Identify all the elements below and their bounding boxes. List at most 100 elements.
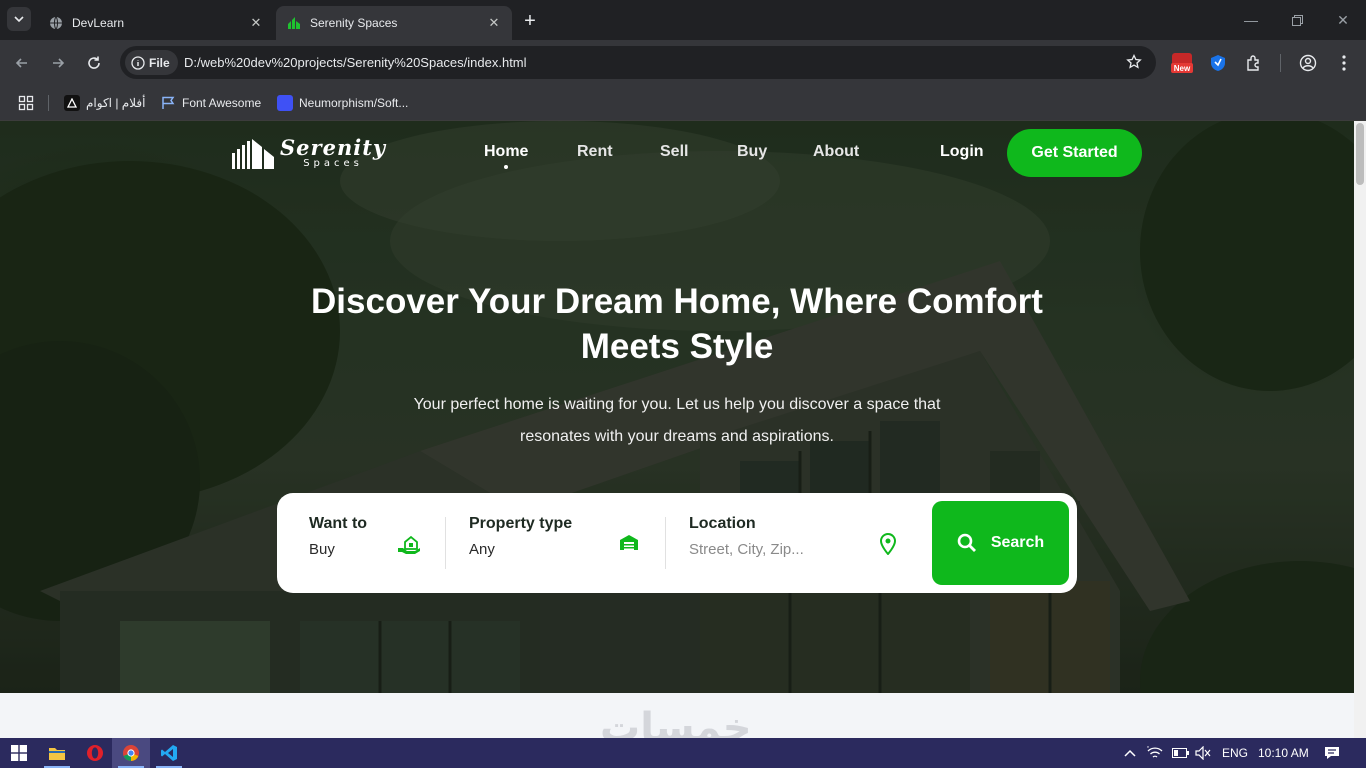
extensions-button[interactable] — [1240, 49, 1268, 77]
notification-icon — [1325, 747, 1339, 759]
tab-title: Serenity Spaces — [310, 16, 398, 30]
apps-grid-icon — [18, 95, 34, 111]
wifi-tray-icon[interactable]: * — [1147, 738, 1163, 768]
battery-tray-icon[interactable] — [1172, 738, 1190, 768]
language-indicator[interactable]: ENG — [1222, 738, 1248, 768]
tab-search-button[interactable] — [7, 7, 31, 31]
vscode-icon — [161, 745, 177, 761]
garage-icon — [620, 535, 638, 550]
chrome-taskbar-button[interactable] — [112, 738, 150, 768]
akwam-icon — [64, 95, 80, 111]
map-pin-icon — [879, 533, 897, 555]
search-icon — [957, 533, 976, 552]
browser-tab-strip: DevLearn ✕ Serenity Spaces ✕ + — ✕ — [0, 0, 1366, 40]
field-divider — [445, 517, 446, 569]
page-scrollbar[interactable] — [1354, 121, 1366, 738]
show-hidden-icons-button[interactable] — [1124, 738, 1136, 768]
search-button-label: Search — [990, 534, 1045, 551]
location-input[interactable] — [689, 541, 859, 558]
folder-icon — [49, 748, 65, 760]
restore-icon — [1291, 14, 1303, 26]
buildings-logo-icon — [232, 139, 274, 169]
get-started-button[interactable]: Get Started — [1007, 129, 1142, 177]
windows-start-button[interactable] — [0, 738, 38, 768]
bookmark-neumorphism[interactable]: Neumorphism/Soft... — [277, 93, 408, 113]
shield-extension-button[interactable] — [1204, 49, 1232, 77]
property-search-box: Want to Buy Property type Any Location S… — [277, 493, 1077, 593]
action-center-button[interactable] — [1324, 738, 1340, 768]
brand-logo[interactable]: Serenity Spaces — [232, 137, 386, 169]
restore-button[interactable] — [1274, 0, 1320, 40]
extension-new-button[interactable]: New — [1168, 49, 1196, 77]
property-type-label: Property type — [469, 515, 573, 532]
hero-title: Discover Your Dream Home, Where Comfort … — [311, 282, 1043, 366]
bookmark-star-icon[interactable] — [1126, 53, 1142, 75]
extension-badge-text: New — [1174, 64, 1191, 73]
new-tab-button[interactable]: + — [518, 9, 542, 33]
want-to-value[interactable]: Buy — [309, 541, 367, 558]
hand-house-icon — [398, 535, 420, 554]
profile-icon — [1299, 54, 1317, 72]
want-to-label: Want to — [309, 515, 368, 532]
site-info-chip[interactable]: File — [125, 50, 178, 75]
svg-text:*: * — [1147, 746, 1149, 752]
reload-icon — [88, 56, 100, 69]
hero-section: Serenity Spaces Home Rent Sell Buy About… — [0, 121, 1354, 693]
nav-rent[interactable]: Rent — [577, 143, 613, 161]
property-type-field[interactable]: Property type Any — [469, 515, 572, 558]
property-type-value[interactable]: Any — [469, 541, 572, 558]
flag-icon — [160, 95, 176, 111]
close-window-button[interactable]: ✕ — [1320, 0, 1366, 40]
neumorphism-icon — [277, 95, 293, 111]
opera-icon — [87, 745, 103, 761]
chevron-down-icon — [14, 16, 24, 23]
tab-devlearn[interactable]: DevLearn ✕ — [38, 6, 274, 40]
web-page: Serenity Spaces Home Rent Sell Buy About… — [0, 121, 1354, 738]
forward-button[interactable] — [44, 49, 72, 77]
nav-sell[interactable]: Sell — [660, 143, 688, 161]
windows-taskbar: * ENG 10:10 AM — [0, 738, 1366, 768]
nav-active-indicator — [504, 165, 508, 169]
bookmarks-bar: أفلام | اكوام Font Awesome Neumorphism/S… — [0, 85, 1366, 121]
file-explorer-taskbar-button[interactable] — [38, 738, 76, 768]
minimize-button[interactable]: — — [1228, 0, 1274, 40]
browser-toolbar: File D:/web%20dev%20projects/Serenity%20… — [0, 40, 1366, 85]
url-text[interactable]: D:/web%20dev%20projects/Serenity%20Space… — [184, 55, 527, 70]
close-tab-icon[interactable]: ✕ — [248, 15, 264, 31]
vscode-taskbar-button[interactable] — [150, 738, 188, 768]
reload-button[interactable] — [80, 49, 108, 77]
login-link[interactable]: Login — [940, 143, 984, 161]
chevron-up-icon — [1124, 749, 1136, 757]
bookmarks-separator — [48, 95, 49, 111]
watermark-logo: خمسات — [600, 705, 752, 738]
bookmark-font-awesome[interactable]: Font Awesome — [160, 93, 261, 113]
search-button[interactable]: Search — [932, 501, 1069, 585]
want-to-field[interactable]: Want to Buy — [309, 515, 367, 558]
opera-taskbar-button[interactable] — [76, 738, 114, 768]
battery-icon — [1172, 748, 1189, 758]
volume-tray-icon[interactable] — [1195, 738, 1211, 768]
field-divider — [665, 517, 666, 569]
bookmark-akwam[interactable]: أفلام | اكوام — [64, 93, 145, 113]
bookmark-label: أفلام | اكوام — [86, 96, 146, 110]
wifi-icon: * — [1147, 746, 1163, 758]
scrollbar-thumb[interactable] — [1356, 123, 1364, 185]
toolbar-separator — [1280, 54, 1281, 72]
apps-button[interactable] — [18, 93, 34, 113]
tab-serenity-spaces[interactable]: Serenity Spaces ✕ — [276, 6, 512, 40]
clock[interactable]: 10:10 AM — [1258, 738, 1309, 768]
profile-button[interactable] — [1294, 49, 1322, 77]
windows-logo-icon — [11, 745, 27, 761]
location-field[interactable]: Location — [689, 515, 859, 559]
browser-menu-button[interactable] — [1330, 49, 1358, 77]
chrome-icon — [123, 745, 139, 761]
building-favicon-icon — [286, 15, 302, 31]
nav-about[interactable]: About — [813, 143, 859, 161]
address-bar[interactable]: File D:/web%20dev%20projects/Serenity%20… — [120, 46, 1156, 79]
nav-home[interactable]: Home — [484, 143, 528, 161]
brand-name: Serenity — [280, 135, 387, 160]
close-tab-icon[interactable]: ✕ — [486, 15, 502, 31]
back-button[interactable] — [8, 49, 36, 77]
extension-badge-icon: New — [1171, 53, 1193, 73]
nav-buy[interactable]: Buy — [737, 143, 767, 161]
